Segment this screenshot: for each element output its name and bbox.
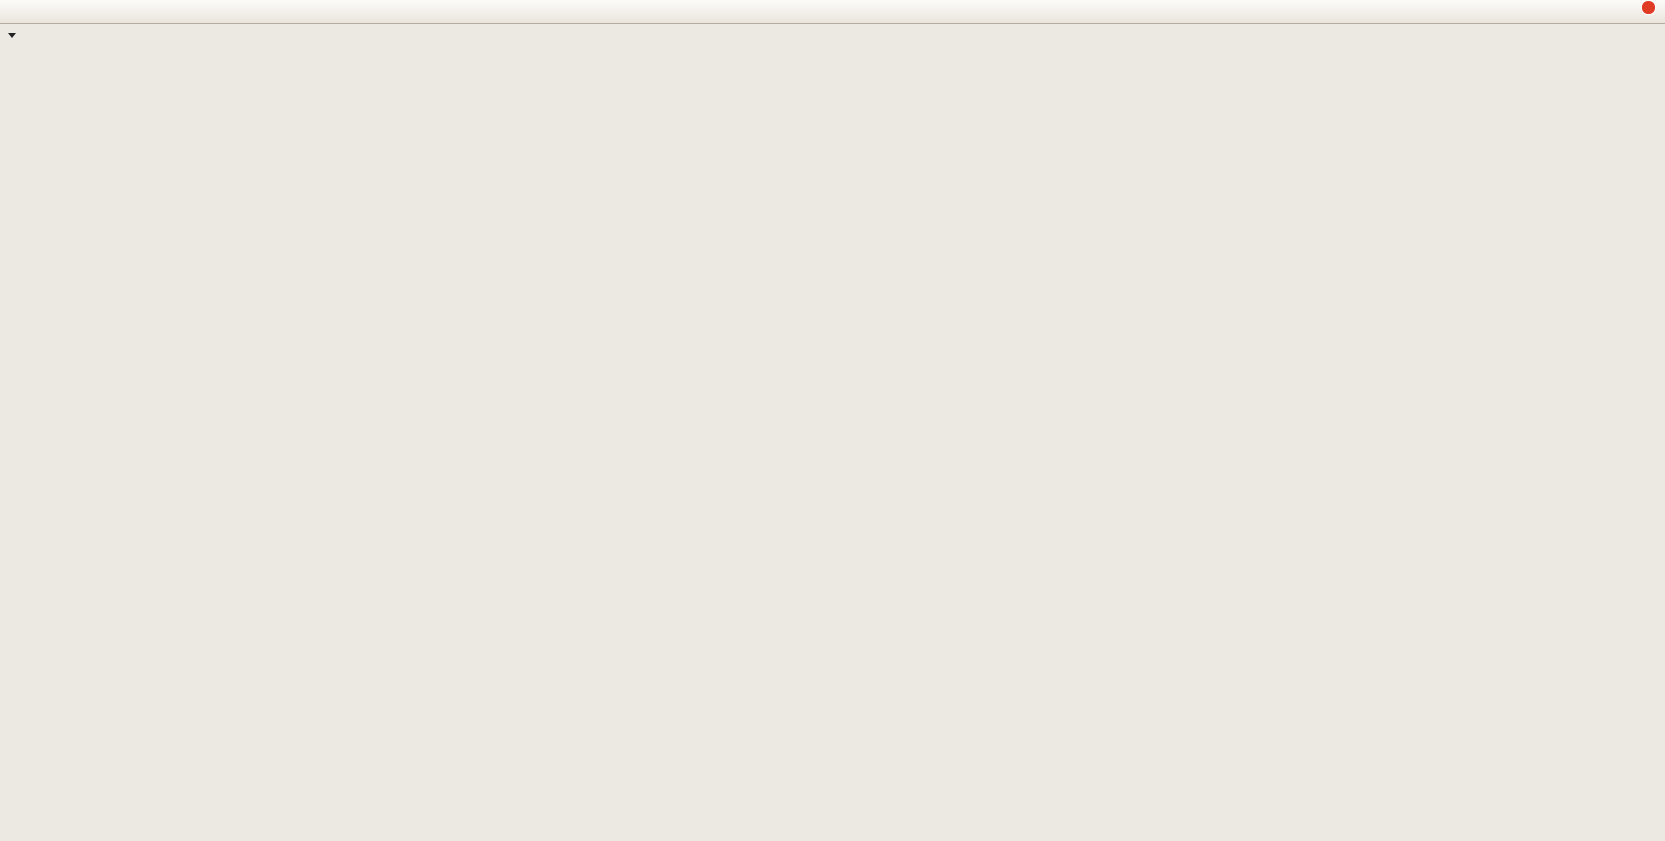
notification-badge (1641, 0, 1656, 15)
search-button[interactable] (1595, 1, 1621, 23)
main-toolbar (0, 0, 1665, 24)
chart-canvas[interactable] (0, 0, 1665, 841)
symbol-dropdown-icon[interactable] (8, 33, 16, 38)
toolbar-right (1594, 1, 1657, 23)
mt4-window (0, 0, 1665, 841)
notifications-button[interactable] (1627, 1, 1653, 23)
search-icon (1600, 4, 1616, 20)
